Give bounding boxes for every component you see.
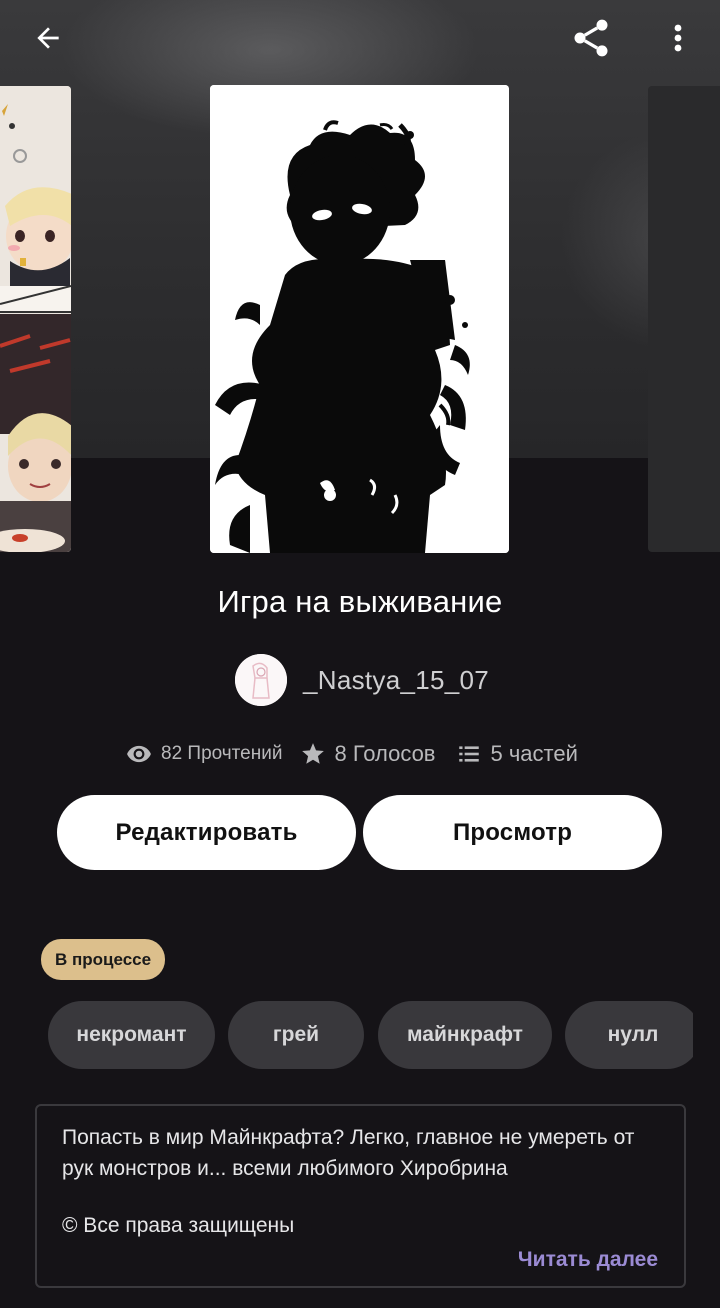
share-button[interactable]	[566, 14, 616, 62]
status-badge: В процессе	[41, 939, 166, 980]
author-link[interactable]: _Nastya_15_07	[235, 654, 489, 706]
arrow-left-icon	[37, 27, 59, 49]
author-name[interactable]: _Nastya_15_07	[303, 665, 489, 696]
description-box: Попасть в мир Майнкрафта? Легко, главное…	[35, 1104, 686, 1288]
parts-count: 5 частей	[490, 741, 578, 766]
copyright-text: © Все права защищены	[62, 1214, 295, 1237]
description-text: Попасть в мир Майнкрафта? Легко, главное…	[62, 1126, 635, 1180]
tag-chip[interactable]: грей	[228, 1001, 364, 1069]
more-vertical-icon	[674, 24, 682, 52]
tag-chip[interactable]: нулл	[565, 1001, 693, 1069]
author-avatar[interactable]	[235, 654, 287, 706]
tags-row[interactable]: некромант грей майнкрафт нулл	[0, 1001, 693, 1069]
more-options-button[interactable]	[660, 14, 696, 62]
story-title: Игра на выживание	[217, 584, 503, 619]
preview-button[interactable]: Просмотр	[363, 795, 662, 870]
edit-button[interactable]: Редактировать	[57, 795, 356, 870]
top-app-bar	[0, 0, 720, 80]
tag-chip[interactable]: майнкрафт	[378, 1001, 552, 1069]
star-icon	[302, 743, 325, 764]
story-cover[interactable]	[210, 85, 509, 553]
eye-icon	[127, 745, 151, 763]
reads-stat: 82 Прочтений	[126, 741, 282, 767]
story-stats: 82 Прочтений 8 Голосов 5 частей	[126, 736, 578, 772]
back-button[interactable]	[22, 16, 74, 60]
previous-story-cover[interactable]	[0, 86, 71, 552]
next-story-cover[interactable]	[648, 86, 720, 552]
reads-count: 82 Прочтений	[161, 743, 283, 764]
tag-chip[interactable]: некромант	[48, 1001, 215, 1069]
parts-stat: 5 частей	[456, 741, 578, 767]
share-icon	[574, 19, 608, 57]
votes-stat: 8 Голосов	[300, 741, 436, 767]
votes-count: 8 Голосов	[334, 741, 436, 766]
list-icon	[458, 746, 479, 762]
read-more-link[interactable]: Читать далее	[518, 1248, 658, 1272]
